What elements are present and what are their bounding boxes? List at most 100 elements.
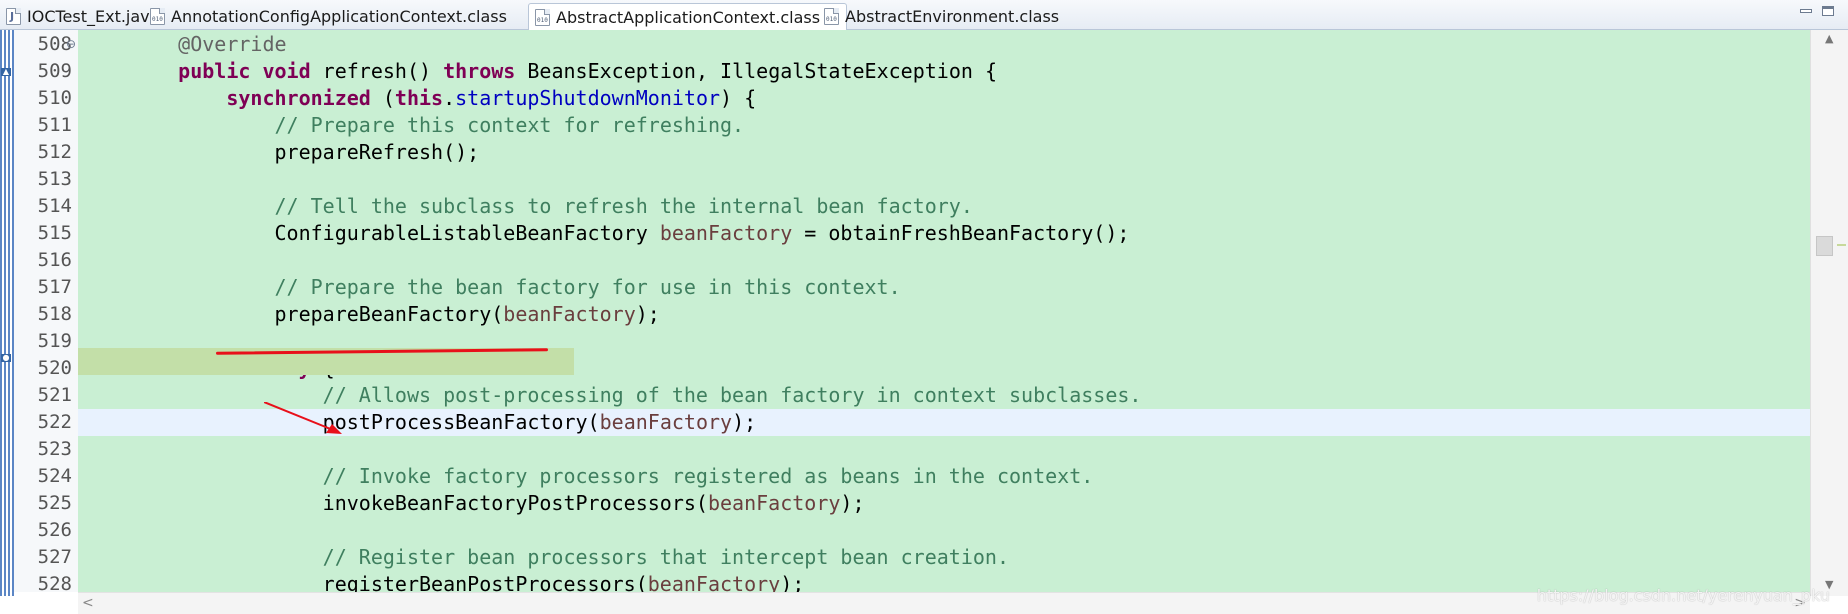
scroll-left-icon[interactable]: < [82,595,94,611]
code-token: void [262,59,311,83]
vertical-scroll-thumb[interactable] [1816,236,1833,256]
fold-collapse-icon[interactable]: ⊖ [66,31,76,58]
code-line[interactable]: // Prepare this context for refreshing. [78,112,1810,139]
code-line[interactable]: // Invoke factory processors registered … [78,463,1810,490]
line-number: 523 [37,438,72,460]
code-token: beanFactory [503,302,636,326]
line-number: 519 [37,330,72,352]
code-token: postProcessBeanFactory( [130,410,600,434]
tab-label: IOCTest_Ext.java [27,7,160,26]
line-number: 511 [37,114,72,136]
tab-annotation-config-application-context[interactable]: 010 AnnotationConfigApplicationContext.c… [144,3,507,30]
code-line[interactable]: synchronized (this.startupShutdownMonito… [78,85,1810,112]
line-number: 528 [37,573,72,595]
code-token: ); [732,410,757,434]
code-token: // Prepare the bean factory for use in t… [274,275,901,299]
code-line[interactable]: @Override [78,31,1810,58]
tab-label: AnnotationConfigApplicationContext.class [171,7,507,26]
code-token: BeansException, IllegalStateException { [515,59,997,83]
line-number: 525 [37,492,72,514]
code-token: ) { [720,86,757,110]
line-number: 521 [37,384,72,406]
scroll-up-icon[interactable]: ▲ [1825,32,1833,45]
line-number: 510 [37,87,72,109]
occurrence-marker[interactable] [1837,244,1846,246]
tab-abstract-application-context[interactable]: 010 AbstractApplicationContext.class ✕ [528,3,847,31]
code-line[interactable]: // Prepare the bean factory for use in t… [78,274,1810,301]
editor-tab-bar: IOCTest_Ext.java 010 AnnotationConfigApp… [0,0,1848,31]
minimize-icon[interactable] [1800,9,1812,13]
code-token: ); [840,491,865,515]
code-token: this [394,86,444,110]
overview-ruler-left[interactable]: ▲ ● [0,30,14,596]
code-line[interactable]: public void refresh() throws BeansExcept… [78,58,1810,85]
line-number: 518 [37,303,72,325]
code-token: beanFactory [707,491,841,515]
maximize-icon[interactable] [1822,6,1834,16]
code-text-area[interactable]: registerBeanPostProcessors(beanFactory);… [78,30,1810,592]
code-token: throws [443,59,516,83]
line-number: 513 [37,168,72,190]
code-line[interactable]: ConfigurableListableBeanFactory beanFact… [78,220,1810,247]
line-number: 526 [37,519,72,541]
code-token: beanFactory [647,572,781,592]
code-editor[interactable]: ▲ ● registerBeanPostProcessors(beanFacto… [0,30,1848,596]
code-token: beanFactory [659,221,793,245]
code-token: public [178,59,251,83]
code-token: ); [635,302,660,326]
code-line[interactable]: // Register bean processors that interce… [78,544,1810,571]
overview-ruler-right[interactable]: ▲ ▼ [1810,30,1848,596]
code-token: startupShutdownMonitor [455,86,721,110]
code-token: ( [370,86,395,110]
red-arrow-annotation [264,402,342,434]
breakpoint-icon[interactable]: ● [1,354,11,362]
line-number: 516 [37,249,72,271]
class-file-icon: 010 [150,8,165,25]
class-file-icon: 010 [824,8,839,25]
line-number: 515 [37,222,72,244]
code-token: invokeBeanFactoryPostProcessors( [130,491,708,515]
code-token: prepareRefresh(); [130,140,480,164]
line-number: 512 [37,141,72,163]
code-line[interactable]: prepareRefresh(); [78,139,1810,166]
tab-label: AbstractApplicationContext.class [556,7,821,27]
watermark: https://blog.csdn.net/yerenyuan_pku [1536,586,1830,605]
tab-abstract-environment[interactable]: 010 AbstractEnvironment.class [818,3,1059,30]
code-line[interactable]: // Tell the subclass to refresh the inte… [78,193,1810,220]
code-token: // Register bean processors that interce… [322,545,1009,569]
code-line[interactable]: invokeBeanFactoryPostProcessors(beanFact… [78,490,1810,517]
code-token: synchronized [226,86,371,110]
code-token: beanFactory [599,410,733,434]
code-token: // Prepare this context for refreshing. [274,113,745,137]
code-token: registerBeanPostProcessors( [130,572,648,592]
line-number: 517 [37,276,72,298]
code-token: ); [780,572,805,592]
line-number: 514 [37,195,72,217]
code-token: = obtainFreshBeanFactory(); [792,221,1130,245]
code-token: . [443,86,456,110]
java-file-icon [6,8,21,25]
code-line[interactable] [78,166,1810,193]
code-line[interactable] [78,517,1810,544]
code-token: // Tell the subclass to refresh the inte… [274,194,973,218]
line-number: 508 [37,33,72,55]
code-line[interactable]: prepareBeanFactory(beanFactory); [78,301,1810,328]
code-line[interactable] [78,247,1810,274]
line-number: 522 [37,411,72,433]
class-file-icon: 010 [535,8,550,26]
code-token: @Override [178,32,287,56]
line-number: 520 [37,357,72,379]
line-number: 527 [37,546,72,568]
tab-ioctest-ext[interactable]: IOCTest_Ext.java [0,3,159,30]
line-number: 509 [37,60,72,82]
bookmark-icon[interactable]: ▲ [1,68,11,76]
code-token: // Allows post-processing of the bean fa… [322,383,1142,407]
